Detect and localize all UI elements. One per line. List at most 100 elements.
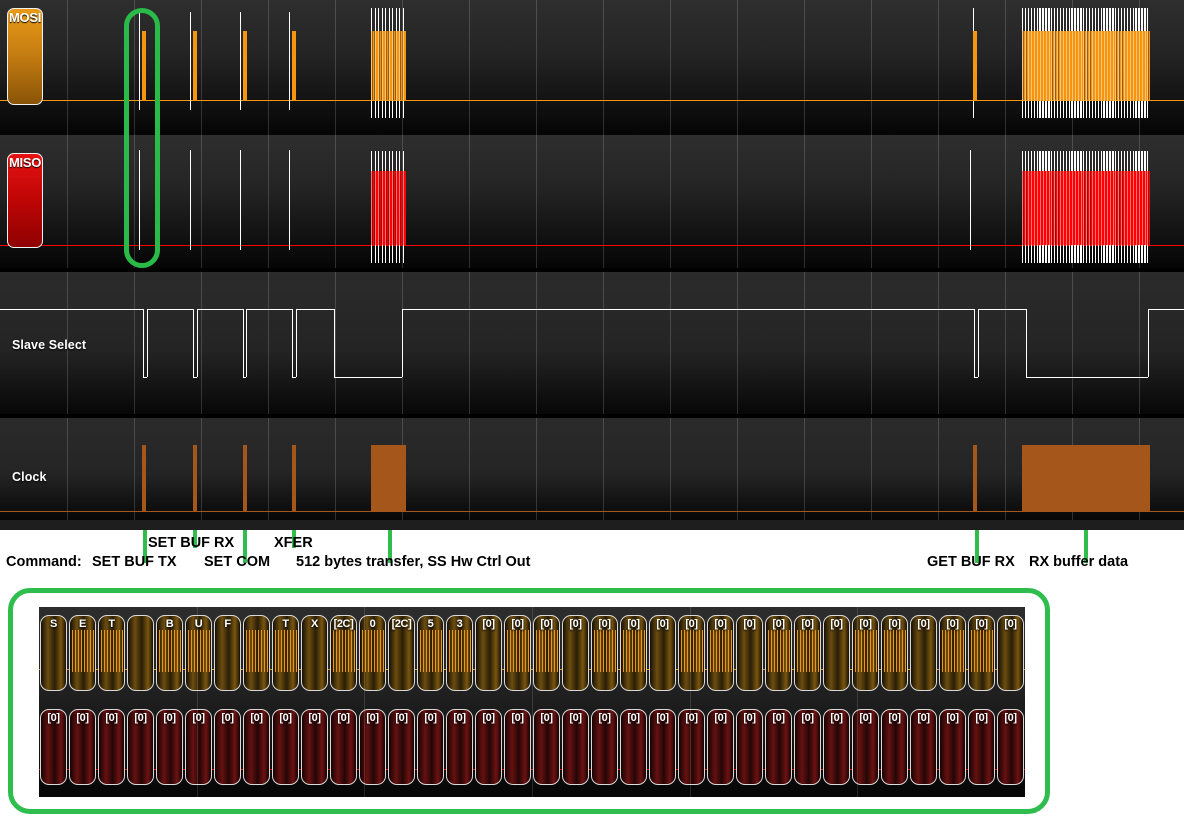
ss-high-tail	[1148, 309, 1184, 310]
bit-line	[203, 630, 204, 672]
decoded-byte-cell[interactable]: [0]	[185, 709, 212, 785]
decoded-byte-cell[interactable]: [2C]	[330, 615, 357, 691]
decoded-byte-cell[interactable]: [0]	[939, 709, 966, 785]
decoded-byte-cell[interactable]: [0]	[852, 709, 879, 785]
decoded-byte-cell[interactable]: [0]	[504, 709, 531, 785]
decoded-byte-value: X	[302, 618, 327, 630]
decoded-byte-cell[interactable]: [0]	[910, 709, 937, 785]
bit-line	[374, 630, 375, 672]
decoded-byte-cell[interactable]: [0]	[562, 615, 589, 691]
decoded-byte-cell[interactable]: [0]	[98, 709, 125, 785]
decoded-byte-cell[interactable]: E	[69, 615, 96, 691]
decoded-byte-cell[interactable]: [0]	[69, 709, 96, 785]
decoded-byte-cell[interactable]: [0]	[243, 709, 270, 785]
decoded-byte-cell[interactable]	[243, 615, 270, 691]
decoded-byte-value: [0]	[273, 712, 298, 724]
decoded-byte-cell[interactable]: [0]	[620, 615, 647, 691]
decoded-byte-cell[interactable]: U	[185, 615, 212, 691]
decoded-byte-cell[interactable]: [0]	[794, 615, 821, 691]
decoded-byte-cell[interactable]: [0]	[533, 709, 560, 785]
decoded-byte-cell[interactable]: [0]	[533, 615, 560, 691]
decoded-byte-cell[interactable]: T	[272, 615, 299, 691]
decoded-byte-cell[interactable]: [0]	[881, 709, 908, 785]
decoded-byte-cell[interactable]: [0]	[881, 615, 908, 691]
decoded-byte-cell[interactable]: [0]	[910, 615, 937, 691]
bit-line	[362, 630, 363, 672]
decoded-byte-cell[interactable]: [0]	[620, 709, 647, 785]
channel-lane-slave-select[interactable]: Slave Select	[0, 272, 1184, 414]
decoded-byte-cell[interactable]: [0]	[765, 709, 792, 785]
decoded-byte-cell[interactable]: [0]	[301, 709, 328, 785]
decoded-byte-cell[interactable]: [0]	[40, 709, 67, 785]
annotation-label-0: SET BUF TX	[92, 554, 177, 570]
decoded-bytes-panel[interactable]: SETBUFTX[2C]0[2C]53[0][0][0][0][0][0][0]…	[8, 588, 1050, 814]
bit-line	[606, 630, 607, 672]
decoded-byte-cell[interactable]: [0]	[649, 615, 676, 691]
decoded-byte-cell[interactable]: [0]	[823, 709, 850, 785]
decoded-byte-cell[interactable]: [0]	[388, 709, 415, 785]
ss-low-0	[143, 377, 147, 378]
channel-lane-mosi[interactable]: MOSI	[0, 0, 1184, 135]
decoded-byte-cell[interactable]	[127, 615, 154, 691]
bit-line	[681, 630, 682, 672]
decoded-byte-cell[interactable]: B	[156, 615, 183, 691]
decoded-byte-cell[interactable]: [0]	[591, 615, 618, 691]
decoded-byte-cell[interactable]: [0]	[649, 709, 676, 785]
decoded-byte-value: [0]	[969, 618, 994, 630]
decoded-byte-cell[interactable]: T	[98, 615, 125, 691]
decoded-byte-cell[interactable]: [0]	[968, 709, 995, 785]
decoded-byte-cell[interactable]: [0]	[939, 615, 966, 691]
channel-label-clock: Clock	[12, 470, 47, 484]
decoded-byte-cell[interactable]: [0]	[794, 709, 821, 785]
decoded-byte-cell[interactable]: [0]	[765, 615, 792, 691]
decoded-byte-cell[interactable]: X	[301, 615, 328, 691]
decoded-byte-value: [0]	[708, 618, 733, 630]
decoded-byte-cell[interactable]: [0]	[678, 615, 705, 691]
bit-line	[629, 630, 630, 672]
decoded-byte-cell[interactable]: [0]	[707, 615, 734, 691]
decoded-byte-cell[interactable]: F	[214, 615, 241, 691]
decoded-byte-cell[interactable]: [0]	[156, 709, 183, 785]
decoded-byte-cell[interactable]: [0]	[417, 709, 444, 785]
decoded-byte-cell[interactable]: [0]	[475, 615, 502, 691]
decoded-byte-value: [2C]	[389, 618, 414, 630]
bit-line	[719, 630, 720, 672]
decoded-byte-cell[interactable]: [0]	[823, 615, 850, 691]
decoded-byte-cell[interactable]: [0]	[475, 709, 502, 785]
decoded-byte-cell[interactable]: [0]	[968, 615, 995, 691]
decoded-byte-cell[interactable]: [0]	[997, 709, 1024, 785]
decoded-byte-cell[interactable]: 3	[446, 615, 473, 691]
selection-highlight-oval[interactable]	[124, 8, 160, 268]
decoded-byte-cell[interactable]: [0]	[852, 615, 879, 691]
channel-lane-clock[interactable]: Clock	[0, 418, 1184, 520]
decoded-byte-cell[interactable]: [0]	[359, 709, 386, 785]
decoded-byte-cell[interactable]: [0]	[997, 615, 1024, 691]
decoded-byte-cell[interactable]: [0]	[272, 709, 299, 785]
bit-line	[339, 630, 340, 672]
decoded-byte-cell[interactable]: [0]	[446, 709, 473, 785]
decoded-byte-cell[interactable]: [0]	[504, 615, 531, 691]
decoded-byte-cell[interactable]: [0]	[127, 709, 154, 785]
decoded-byte-cell[interactable]: [0]	[736, 709, 763, 785]
decoded-byte-cell[interactable]: [2C]	[388, 615, 415, 691]
decoded-byte-cell[interactable]: 5	[417, 615, 444, 691]
bit-line	[951, 630, 952, 672]
decoded-byte-cell[interactable]: 0	[359, 615, 386, 691]
decoded-byte-cell[interactable]: [0]	[707, 709, 734, 785]
decoded-byte-cell[interactable]: [0]	[678, 709, 705, 785]
decoded-byte-cell[interactable]: [0]	[330, 709, 357, 785]
decoded-byte-cell[interactable]: [0]	[591, 709, 618, 785]
bit-line	[971, 630, 972, 672]
channel-label-mosi[interactable]: MOSI	[7, 8, 43, 105]
bit-line	[191, 630, 192, 672]
gridline-1	[134, 272, 135, 414]
bit-line	[899, 630, 900, 672]
decoded-byte-cell[interactable]: [0]	[562, 709, 589, 785]
channel-lane-miso[interactable]: MISO	[0, 135, 1184, 268]
bit-line	[861, 630, 862, 672]
decoded-byte-cell[interactable]: S	[40, 615, 67, 691]
decoded-byte-cell[interactable]: [0]	[214, 709, 241, 785]
channel-label-miso[interactable]: MISO	[7, 153, 43, 248]
bit-line	[107, 630, 108, 672]
decoded-byte-cell[interactable]: [0]	[736, 615, 763, 691]
